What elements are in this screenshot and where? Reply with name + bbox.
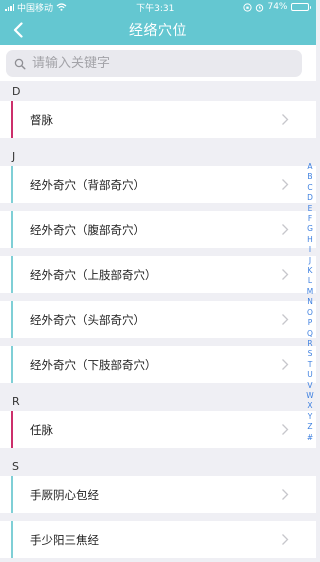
accent-bar (11, 476, 13, 513)
index-letter[interactable]: E (308, 204, 313, 214)
list-item[interactable]: 督脉 (0, 101, 316, 138)
index-letter[interactable]: L (308, 276, 312, 286)
chevron-right-icon (282, 489, 289, 500)
chevron-left-icon (13, 22, 23, 38)
section-header: S (12, 459, 19, 473)
search-icon (14, 58, 26, 69)
list-item[interactable]: 经外奇穴（下肢部奇穴） (0, 346, 316, 383)
orientation-lock-icon (243, 2, 253, 12)
search-bar (0, 45, 316, 81)
battery-icon (290, 3, 311, 11)
index-letter[interactable]: O (307, 308, 313, 318)
list-item[interactable]: 经外奇穴（头部奇穴） (0, 301, 316, 338)
index-letter[interactable]: Z (307, 422, 312, 432)
chevron-right-icon (282, 314, 289, 325)
list-item[interactable]: 手少阳三焦经 (0, 521, 316, 558)
carrier-label: 中国移动 (17, 3, 54, 14)
list-item-label: 经外奇穴（背部奇穴） (30, 177, 145, 192)
section-header: D (12, 84, 21, 98)
index-letter[interactable]: R (307, 339, 312, 349)
accent-bar (11, 256, 13, 293)
index-letter[interactable]: X (307, 401, 312, 411)
nav-bar: 经络穴位 (0, 14, 316, 45)
index-letter[interactable]: A (307, 162, 312, 172)
index-letter[interactable]: Q (307, 329, 313, 339)
chevron-right-icon (282, 534, 289, 545)
signal-icon (5, 3, 14, 11)
list-item[interactable]: 手厥阴心包经 (0, 476, 316, 513)
index-letter[interactable]: T (308, 360, 313, 370)
index-letter[interactable]: G (307, 224, 313, 234)
chevron-right-icon (282, 114, 289, 125)
page-title: 经络穴位 (129, 22, 187, 39)
index-letter[interactable]: V (307, 381, 312, 391)
list-item-label: 经外奇穴（头部奇穴） (30, 312, 145, 327)
chevron-right-icon (282, 269, 289, 280)
chevron-right-icon (282, 359, 289, 370)
accent-bar (11, 521, 13, 558)
index-letter[interactable]: # (307, 433, 313, 443)
list-item-label: 经外奇穴（下肢部奇穴） (30, 357, 157, 372)
index-letter[interactable]: F (308, 214, 312, 224)
index-letter[interactable]: N (307, 297, 313, 307)
list-item-label: 经外奇穴（腹部奇穴） (30, 222, 145, 237)
status-left: 中国移动 (5, 1, 67, 14)
accent-bar (11, 101, 13, 138)
chevron-right-icon (282, 224, 289, 235)
status-right: 74% (243, 2, 311, 12)
index-letter[interactable]: Y (308, 412, 313, 422)
index-letter[interactable]: P (308, 318, 313, 328)
list-item-label: 手少阳三焦经 (30, 532, 99, 547)
status-bar: 中国移动 下午3:31 74% (0, 0, 316, 14)
list-item[interactable]: 经外奇穴（背部奇穴） (0, 166, 316, 203)
index-letter[interactable]: W (306, 391, 313, 401)
accent-bar (11, 166, 13, 203)
list-item[interactable]: 经外奇穴（上肢部奇穴） (0, 256, 316, 293)
index-letter[interactable]: J (309, 256, 311, 266)
wifi-icon (56, 3, 67, 11)
accent-bar (11, 301, 13, 338)
list-item[interactable]: 经外奇穴（腹部奇穴） (0, 211, 316, 248)
list-item[interactable]: 任脉 (0, 411, 316, 448)
index-letter[interactable]: I (309, 245, 311, 255)
list-item-label: 督脉 (30, 112, 53, 127)
alphabet-index[interactable]: A B C D E F G H I J K L M N O P Q R S T U V W X Y Z # (303, 162, 316, 443)
accent-bar (11, 211, 13, 248)
index-letter[interactable]: H (307, 235, 313, 245)
index-letter[interactable]: U (307, 370, 313, 380)
index-letter[interactable]: D (307, 193, 313, 203)
alarm-icon (256, 3, 264, 12)
chevron-right-icon (282, 179, 289, 190)
back-button[interactable] (6, 18, 30, 42)
header: 中国移动 下午3:31 74% 经络穴位 (0, 0, 316, 45)
app-screen: 中国移动 下午3:31 74% 经络穴位 D 督脉 J 经外奇穴（背部奇穴） 经外奇穴（… (0, 0, 316, 562)
list-item-label: 手厥阴心包经 (30, 487, 99, 502)
accent-bar (11, 346, 13, 383)
section-header: J (12, 149, 16, 163)
list-item-label: 任脉 (30, 422, 53, 437)
index-letter[interactable]: B (307, 172, 312, 182)
meridian-list: D 督脉 J 经外奇穴（背部奇穴） 经外奇穴（腹部奇穴） 经外奇穴（上肢部奇穴） 经外奇穴（… (0, 81, 316, 562)
index-letter[interactable]: S (308, 349, 313, 359)
search-box[interactable] (6, 50, 302, 77)
index-letter[interactable]: C (307, 183, 312, 193)
status-time: 下午3:31 (136, 3, 175, 14)
index-letter[interactable]: K (308, 266, 313, 276)
search-input[interactable] (32, 56, 294, 71)
section-header: R (12, 394, 20, 408)
chevron-right-icon (282, 424, 289, 435)
battery-percent: 74% (267, 2, 288, 12)
list-item-label: 经外奇穴（上肢部奇穴） (30, 267, 157, 282)
index-letter[interactable]: M (307, 287, 313, 297)
accent-bar (11, 411, 13, 448)
